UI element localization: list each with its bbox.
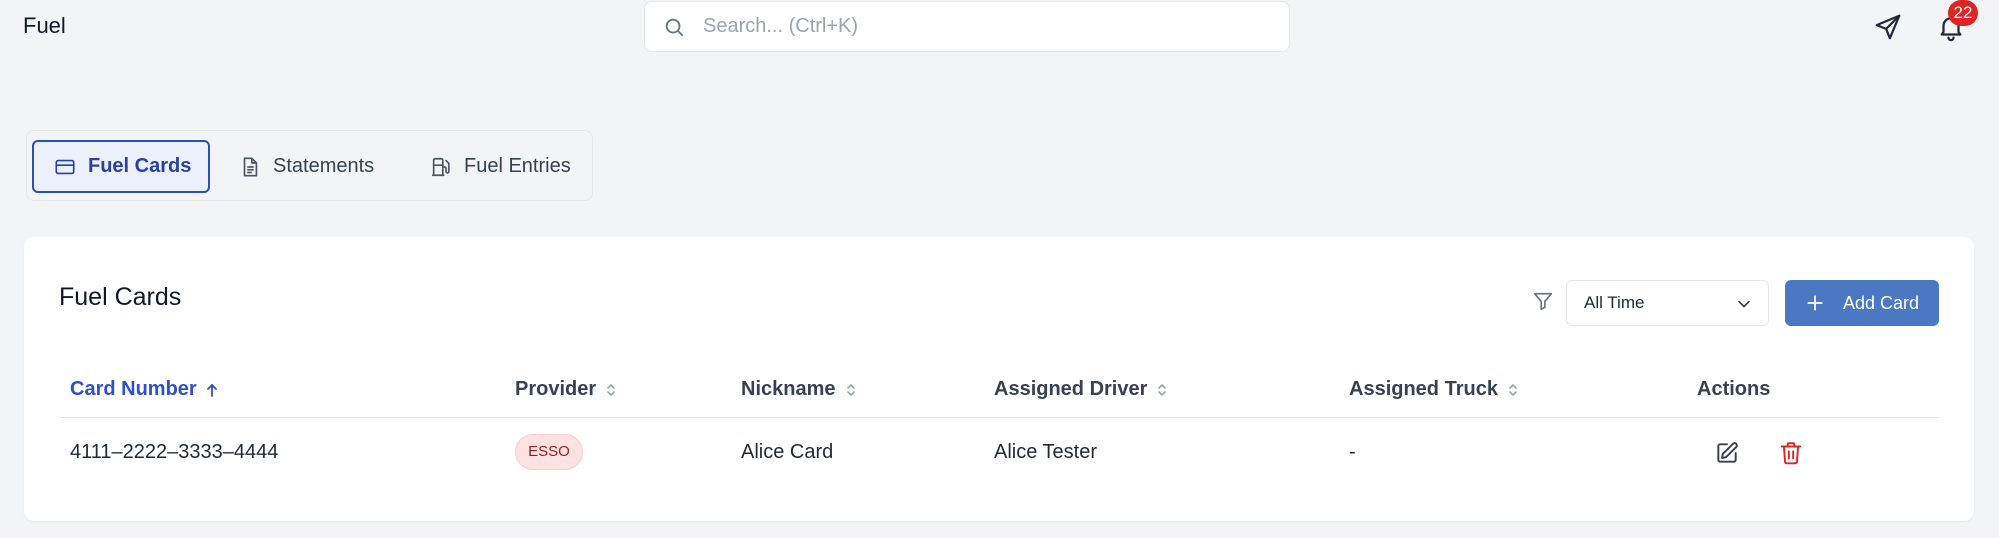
column-label: Assigned Truck <box>1349 378 1498 400</box>
table-divider <box>59 417 1939 418</box>
tab-label: Fuel Cards <box>88 155 192 177</box>
sort-icon <box>846 383 855 396</box>
tab-fuel-entries[interactable]: Fuel Entries <box>420 140 588 193</box>
tab-label: Statements <box>273 155 375 177</box>
sort-icon <box>607 383 615 396</box>
send-icon <box>1875 14 1901 40</box>
column-label: Provider <box>515 378 597 400</box>
cell-assigned-truck: - <box>1349 441 1356 463</box>
time-range-select[interactable]: All Time <box>1566 280 1769 326</box>
fuel-pump-icon <box>431 157 450 176</box>
tab-statements[interactable]: Statements <box>231 140 401 193</box>
fuel-cards-panel: Fuel Cards All Time Add Card Card Number… <box>24 237 1974 521</box>
arrow-up-icon <box>206 383 217 397</box>
column-header-card-number[interactable]: Card Number <box>70 378 219 401</box>
column-header-actions: Actions <box>1697 378 1770 401</box>
top-bar: Fuel 22 <box>0 0 1999 54</box>
document-icon <box>243 156 258 177</box>
tab-bar: Fuel Cards Statements Fuel Entries <box>26 130 593 201</box>
column-label: Nickname <box>741 378 836 400</box>
column-header-assigned-driver[interactable]: Assigned Driver <box>994 378 1169 401</box>
cell-assigned-driver: Alice Tester <box>994 441 1098 463</box>
chevron-down-icon <box>1738 300 1750 308</box>
column-header-provider[interactable]: Provider <box>515 378 618 401</box>
edit-button[interactable] <box>1714 440 1740 466</box>
credit-card-icon <box>55 159 75 174</box>
tab-fuel-cards[interactable]: Fuel Cards <box>32 140 210 193</box>
column-label: Card Number <box>70 378 197 400</box>
page-title: Fuel <box>23 13 66 38</box>
delete-button[interactable] <box>1778 440 1804 466</box>
column-header-nickname[interactable]: Nickname <box>741 378 858 401</box>
cell-card-number: 4111–2222–3333–4444 <box>70 441 279 463</box>
search-input[interactable] <box>701 2 1271 51</box>
search-icon <box>665 18 684 37</box>
cell-nickname: Alice Card <box>741 441 834 463</box>
time-range-value: All Time <box>1584 293 1645 312</box>
sort-icon <box>1509 383 1517 396</box>
sort-icon <box>1158 383 1167 396</box>
edit-icon <box>1717 442 1738 463</box>
panel-title: Fuel Cards <box>59 283 182 311</box>
column-label: Actions <box>1697 378 1771 400</box>
add-card-button[interactable]: Add Card <box>1785 280 1939 326</box>
add-card-label: Add Card <box>1843 293 1920 313</box>
search-box[interactable] <box>644 1 1290 52</box>
plus-icon <box>1807 295 1823 311</box>
notification-badge: 22 <box>1948 0 1978 26</box>
tab-label: Fuel Entries <box>464 155 571 177</box>
filter-icon <box>1533 292 1553 311</box>
trash-icon <box>1780 442 1802 465</box>
send-button[interactable] <box>1873 12 1903 42</box>
column-header-assigned-truck[interactable]: Assigned Truck <box>1349 378 1520 401</box>
column-label: Assigned Driver <box>994 378 1148 400</box>
provider-badge: ESSO <box>515 434 583 470</box>
